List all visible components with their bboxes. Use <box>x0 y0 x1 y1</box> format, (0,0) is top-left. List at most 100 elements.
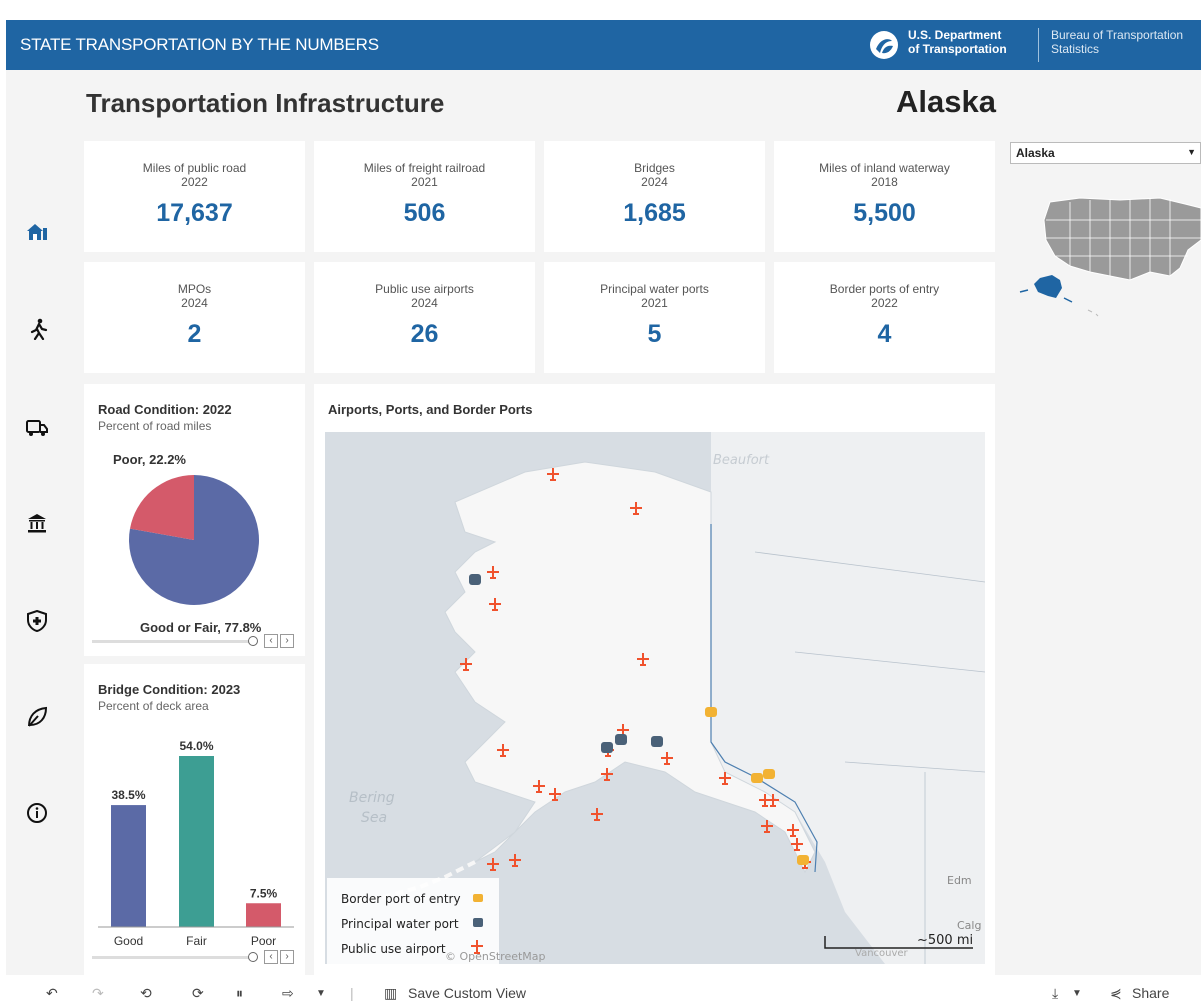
scroll-knob[interactable] <box>248 636 258 646</box>
border-port-marker[interactable] <box>705 707 717 717</box>
legend-water-port: Principal water port <box>341 917 459 931</box>
share-button[interactable]: Share <box>1132 985 1169 1001</box>
bus-icon <box>473 894 483 902</box>
water-port-marker[interactable] <box>469 574 481 585</box>
info-icon[interactable] <box>26 802 48 824</box>
chevron-down-icon: ▼ <box>1187 147 1196 157</box>
share-view-icon[interactable]: ⇨ <box>282 985 294 1002</box>
stat-year: 2021 <box>641 296 668 310</box>
stat-value: 506 <box>403 199 446 227</box>
pause-icon[interactable]: ⏸ <box>236 985 243 1002</box>
state-dropdown[interactable]: Alaska ▼ <box>1010 142 1201 164</box>
share-icon: ⋞ <box>1110 985 1122 1001</box>
bridge-chart-scrollbar[interactable]: ‹ › <box>92 950 302 964</box>
bar-fair[interactable] <box>179 756 214 927</box>
vancouver-label: Vancouver <box>855 948 909 959</box>
leaf-icon[interactable] <box>26 706 48 728</box>
water-port-marker[interactable] <box>615 734 627 745</box>
save-custom-view-button[interactable]: Save Custom View <box>408 985 526 1001</box>
bts-name: Bureau of Transportation Statistics <box>1051 28 1183 56</box>
stat-value: 5 <box>647 320 662 348</box>
chevron-down-icon[interactable]: ▼ <box>316 988 326 999</box>
bottom-toolbar: ↶ ↷ ⟲ ⟳ ⏸ ⇨ ▼ | ▥ Save Custom View ⤓ ▼ ⋞… <box>0 983 1201 1005</box>
safety-shield-icon[interactable] <box>26 610 48 632</box>
scale-label: ~500 mi <box>917 933 973 948</box>
state-title: Alaska <box>896 84 996 119</box>
water-port-marker[interactable] <box>601 742 613 753</box>
stat-card-bridges: Bridges 2024 1,685 <box>544 141 765 252</box>
stat-value: 5,500 <box>853 199 916 227</box>
road-condition-pie <box>129 475 259 605</box>
chevron-right-icon[interactable]: › <box>280 634 294 648</box>
download-icon[interactable]: ⤓ <box>1052 985 1058 1002</box>
header-divider <box>1038 28 1039 62</box>
redo-icon[interactable]: ↷ <box>92 985 104 1002</box>
ship-icon <box>473 918 483 927</box>
stat-card-freight-railroad: Miles of freight railroad 2021 506 <box>314 141 535 252</box>
stat-label: Bridges <box>634 161 675 175</box>
dot-name: U.S. Department of Transportation <box>908 28 1007 56</box>
chevron-right-icon[interactable]: › <box>280 950 294 964</box>
map-panel: Airports, Ports, and Border Ports Beaufo… <box>314 384 995 975</box>
stat-card-airports: Public use airports 2024 26 <box>314 262 535 373</box>
app-header: STATE TRANSPORTATION BY THE NUMBERS U.S.… <box>6 20 1201 70</box>
map-title: Airports, Ports, and Border Ports <box>328 402 533 417</box>
legend-airport: Public use airport <box>341 942 446 956</box>
bar-value-label: 7.5% <box>250 886 278 900</box>
stat-year: 2021 <box>411 175 438 189</box>
stat-value: 17,637 <box>156 199 233 227</box>
edmonton-label: Edm <box>947 874 972 887</box>
stat-year: 2018 <box>871 175 898 189</box>
border-port-marker[interactable] <box>763 769 775 779</box>
bar-category-label: Fair <box>186 934 207 948</box>
scroll-track <box>92 956 252 959</box>
refresh-icon[interactable]: ⟳ <box>192 985 204 1002</box>
alaska-map[interactable]: Beaufort Bering Sea Edm Calg Vancouver ~… <box>325 432 985 964</box>
bar-value-label: 38.5% <box>111 788 145 802</box>
dept-line-1: U.S. Department <box>908 28 1002 42</box>
stat-card-inland-waterway: Miles of inland waterway 2018 5,500 <box>774 141 995 252</box>
bar-category-label: Poor <box>251 934 276 948</box>
infrastructure-icon[interactable] <box>26 220 48 242</box>
scroll-track <box>92 640 252 643</box>
bureau-line-1: Bureau of Transportation <box>1051 28 1184 42</box>
bar-poor[interactable] <box>246 903 281 927</box>
stat-card-water-ports: Principal water ports 2021 5 <box>544 262 765 373</box>
bar-category-label: Good <box>114 934 143 948</box>
stat-label: Miles of public road <box>142 161 247 175</box>
chevron-left-icon[interactable]: ‹ <box>264 634 278 648</box>
bering-sea-label: Bering <box>349 790 395 806</box>
stat-card-border-ports: Border ports of entry 2022 4 <box>774 262 995 373</box>
good-slice-label: Good or Fair, 77.8% <box>140 620 262 635</box>
dept-line-2: of Transportation <box>908 42 1007 56</box>
road-chart-scrollbar[interactable]: ‹ › <box>92 634 302 648</box>
bridge-condition-title: Bridge Condition: 2023 <box>98 682 241 697</box>
chevron-down-icon[interactable]: ▼ <box>1072 988 1082 999</box>
pie-slice-poor[interactable] <box>130 475 194 540</box>
revert-icon[interactable]: ⟲ <box>140 985 152 1002</box>
bank-icon[interactable] <box>26 512 48 534</box>
us-locator-map[interactable] <box>1010 180 1201 320</box>
border-port-marker[interactable] <box>751 773 763 783</box>
bureau-line-2: Statistics <box>1051 42 1100 56</box>
stat-year: 2024 <box>641 175 668 189</box>
bridge-condition-bar-chart: 38.5% Good 54.0% Fair 7.5% Poor <box>98 739 294 948</box>
truck-icon[interactable] <box>26 416 48 438</box>
stat-value: 26 <box>410 320 439 348</box>
legend-border-port: Border port of entry <box>341 892 461 906</box>
chart-icon: ▥ <box>384 985 398 1001</box>
bar-good[interactable] <box>111 805 146 927</box>
pedestrian-icon[interactable] <box>28 318 50 340</box>
water-port-marker[interactable] <box>651 736 663 747</box>
app-title: STATE TRANSPORTATION BY THE NUMBERS <box>20 35 379 54</box>
stat-label: Principal water ports <box>600 282 709 296</box>
border-port-marker[interactable] <box>797 855 809 865</box>
state-dropdown-value: Alaska <box>1016 146 1055 160</box>
chevron-left-icon[interactable]: ‹ <box>264 950 278 964</box>
scroll-knob[interactable] <box>248 952 258 962</box>
stat-label: Miles of inland waterway <box>819 161 950 175</box>
stat-value: 1,685 <box>623 199 686 227</box>
page-title: Transportation Infrastructure <box>86 88 445 118</box>
undo-icon[interactable]: ↶ <box>46 985 58 1002</box>
stat-label: Public use airports <box>375 282 474 296</box>
